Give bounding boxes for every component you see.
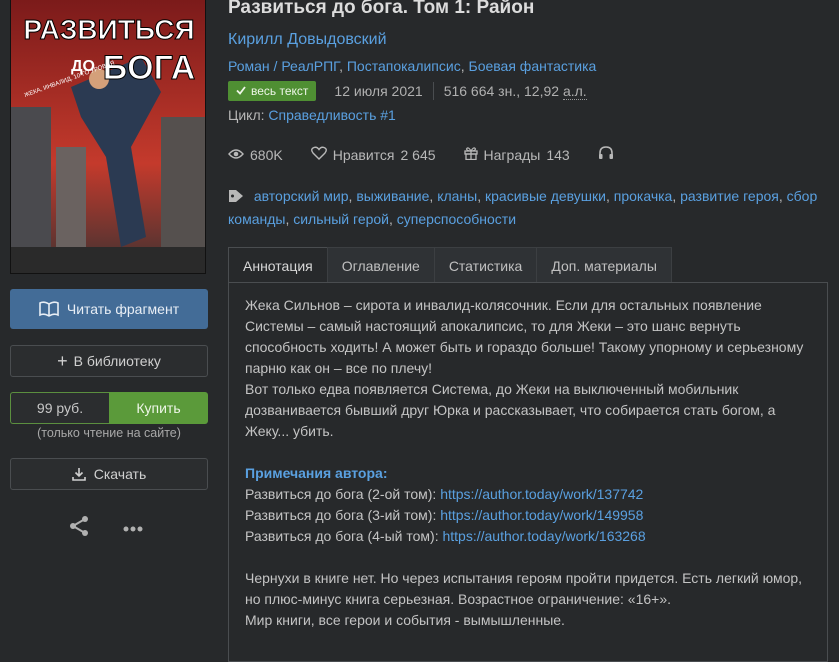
tag-link[interactable]: суперспособности (397, 211, 516, 227)
buy-group: 99 руб. Купить (10, 392, 208, 424)
cycle-link[interactable]: Справедливость #1 (268, 107, 395, 123)
genre-link[interactable]: Роман / РеалРПГ (228, 58, 339, 74)
buy-button[interactable]: Купить (109, 392, 208, 424)
note-link[interactable]: https://author.today/work/149958 (440, 507, 643, 523)
book-title: Развиться до бога. Том 1: Район (228, 0, 535, 18)
add-to-library-label: В библиотеку (73, 353, 161, 369)
audiobook-stat[interactable] (598, 146, 614, 163)
likes-label: Нравится (332, 146, 395, 163)
eye-icon (228, 147, 244, 163)
annotation-paragraph: Жека Сильнов – сирота и инвалид-колясочн… (245, 297, 804, 376)
annotation-paragraph: Чернухи в книге нет. Но через испытания … (245, 570, 803, 607)
tabs-bar: Аннотация Оглавление Статистика Доп. мат… (228, 247, 672, 283)
views-stat: 680K (228, 147, 283, 163)
tab-annotation[interactable]: Аннотация (228, 247, 328, 283)
author-note-line: Развиться до бога (3-ий том): https://au… (245, 505, 811, 526)
size-unit: а.л. (562, 82, 587, 100)
share-icon[interactable] (68, 515, 90, 540)
divider (432, 82, 434, 100)
awards-count: 143 (546, 146, 570, 163)
author-name[interactable]: Кирилл Довыдовский (228, 31, 387, 48)
cycle-row: Цикл: Справедливость #1 (228, 107, 396, 123)
awards-stat[interactable]: Награды 143 (463, 146, 570, 163)
left-actions-row (68, 515, 144, 540)
genres-list: Роман / РеалРПГ, Постапокалипсис, Боевая… (228, 58, 597, 74)
cover-title-line3: БОГА (103, 49, 196, 87)
genre-link[interactable]: Постапокалипсис (347, 58, 461, 74)
book-cover[interactable]: РАЗВИТЬСЯ ДО БОГА ЖЕКА, ИНВАЛИД. 10-ГО У… (10, 0, 206, 274)
note-label: Развиться до бога (2-ой том): (245, 486, 437, 502)
likes-count: 2 645 (400, 146, 436, 163)
views-count: 680K (250, 146, 283, 163)
read-fragment-label: Читать фрагмент (66, 301, 180, 317)
more-options-icon[interactable] (122, 520, 144, 536)
buy-note: (только чтение на сайте) (37, 426, 181, 440)
publish-date: 12 июля 2021 (334, 83, 423, 99)
headphones-icon (598, 146, 614, 163)
genre-link[interactable]: Боевая фантастика (469, 58, 597, 74)
note-link[interactable]: https://author.today/work/137742 (440, 486, 643, 502)
status-badge: весь текст (228, 81, 317, 101)
author-link[interactable]: Кирилл Довыдовский (228, 31, 387, 49)
awards-label: Награды (483, 146, 541, 163)
tag-link[interactable]: развитие героя (680, 188, 779, 204)
note-label: Развиться до бога (4-ый том): (245, 528, 439, 544)
check-icon (236, 84, 246, 98)
note-label: Развиться до бога (3-ий том): (245, 507, 437, 523)
cover-title-line1: РАЗВИТЬСЯ (23, 14, 194, 45)
tag-link[interactable]: авторский мир (254, 188, 349, 204)
price-label: 99 руб. (10, 392, 109, 424)
author-note-line: Развиться до бога (4-ый том): https://au… (245, 526, 811, 547)
book-size: 516 664 зн., 12,92 (443, 83, 560, 99)
gift-icon (463, 146, 478, 163)
tag-link[interactable]: прокачка (614, 188, 673, 204)
meta-row: весь текст 12 июля 2021 516 664 зн., 12,… (228, 81, 587, 101)
author-note-line: Развиться до бога (2-ой том): https://au… (245, 484, 811, 505)
status-badge-label: весь текст (251, 84, 309, 98)
tag-link[interactable]: выживание (356, 188, 429, 204)
likes-stat[interactable]: Нравится 2 645 (310, 146, 436, 163)
tag-link[interactable]: красивые девушки (485, 188, 606, 204)
annotation-paragraph: Мир книги, все герои и события - вымышле… (245, 612, 565, 628)
heart-icon (310, 146, 327, 163)
note-link[interactable]: https://author.today/work/163268 (442, 528, 645, 544)
plus-icon: + (57, 350, 68, 371)
author-notes-title: Примечания автора: (245, 465, 388, 481)
cycle-label: Цикл: (228, 107, 265, 123)
annotation-paragraph: Вот только едва появляется Система, до Ж… (245, 381, 776, 439)
tag-icon (228, 188, 246, 209)
tab-extra-materials[interactable]: Доп. материалы (536, 247, 672, 283)
tag-link[interactable]: сильный герой (293, 211, 389, 227)
download-button[interactable]: Скачать (10, 458, 208, 490)
tab-statistics[interactable]: Статистика (433, 247, 538, 283)
download-icon (71, 467, 86, 481)
tag-link[interactable]: кланы (437, 188, 477, 204)
book-open-icon (39, 301, 59, 317)
tab-contents[interactable]: Оглавление (326, 247, 435, 283)
stats-row: 680K Нравится 2 645 Награды 143 (228, 146, 642, 163)
read-fragment-button[interactable]: Читать фрагмент (10, 289, 208, 329)
download-label: Скачать (93, 466, 147, 482)
tags-list: авторский мир, выживание, кланы, красивы… (228, 188, 818, 227)
annotation-panel: Жека Сильнов – сирота и инвалид-колясочн… (228, 282, 828, 662)
add-to-library-button[interactable]: + В библиотеку (10, 345, 208, 377)
